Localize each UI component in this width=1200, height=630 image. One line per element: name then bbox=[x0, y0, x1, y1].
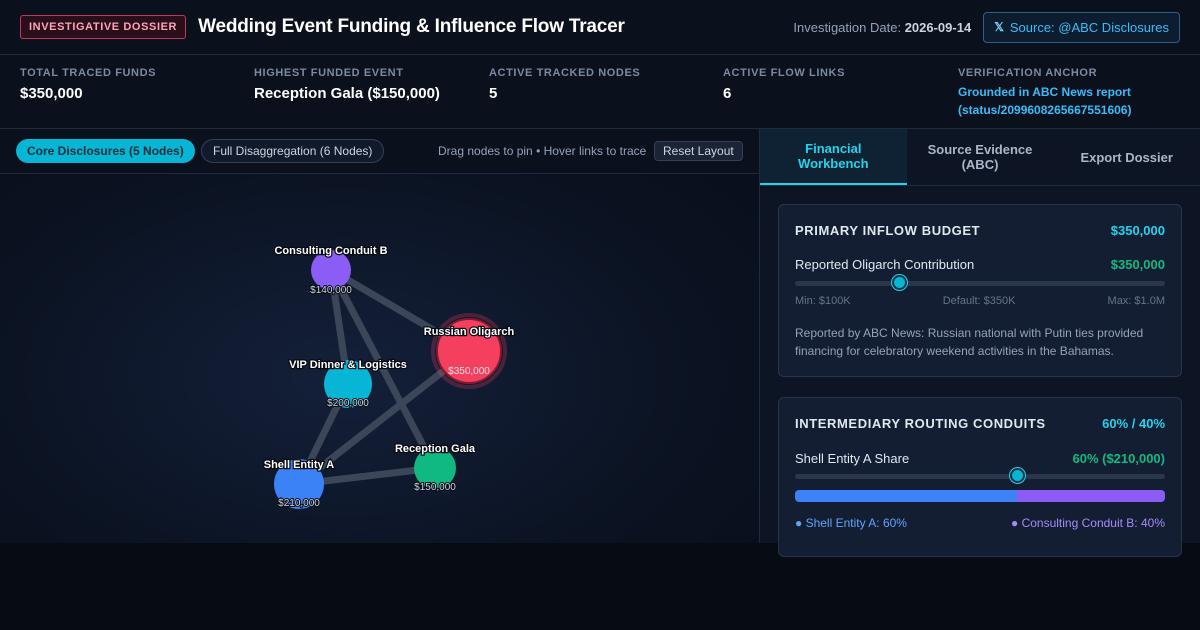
stat-value: Reception Gala ($150,000) bbox=[254, 85, 440, 102]
slider-thumb[interactable] bbox=[891, 275, 907, 290]
source-button[interactable]: 𝕏 Source: @ABC Disclosures bbox=[983, 11, 1180, 43]
legend-shell: ● Shell Entity A: 60% bbox=[795, 516, 907, 530]
node-label: Shell Entity A bbox=[264, 459, 335, 471]
node-label: VIP Dinner & Logistics bbox=[289, 359, 407, 371]
tab-source-evidence[interactable]: Source Evidence (ABC) bbox=[907, 129, 1054, 185]
share-row: Shell Entity A Share 60% ($210,000) bbox=[795, 451, 1165, 466]
node-label: Russian Oligarch bbox=[424, 326, 515, 338]
card-amount: $350,000 bbox=[1110, 223, 1165, 238]
verification-link[interactable]: Grounded in ABC News report (status/2099… bbox=[958, 83, 1178, 119]
node-amount: $210,000 bbox=[278, 498, 320, 509]
stat-total-funds: TOTAL TRACED FUNDS $350,000 bbox=[20, 67, 156, 102]
graph-hint: Drag nodes to pin • Hover links to trace bbox=[438, 144, 647, 158]
card-ratio: 60% / 40% bbox=[1102, 416, 1165, 431]
card-header: INTERMEDIARY ROUTING CONDUITS 60% / 40% bbox=[795, 416, 1165, 431]
panel-tabs: Financial Workbench Source Evidence (ABC… bbox=[760, 129, 1200, 186]
split-bar bbox=[795, 490, 1165, 502]
slider-max: Max: $1.0M bbox=[1107, 295, 1165, 307]
slider-thumb[interactable] bbox=[1010, 468, 1025, 483]
legend-conduit: ● Consulting Conduit B: 40% bbox=[1010, 516, 1165, 530]
stat-value: $350,000 bbox=[20, 85, 83, 102]
reset-layout-button[interactable]: Reset Layout bbox=[654, 141, 743, 161]
flow-graph[interactable]: Consulting Conduit B $140,000 Russian Ol… bbox=[0, 174, 759, 543]
stat-highest-event: HIGHEST FUNDED EVENT Reception Gala ($15… bbox=[254, 67, 440, 102]
slider-scale: Min: $100K Default: $350K Max: $1.0M bbox=[795, 295, 1165, 307]
contribution-value: $350,000 bbox=[1110, 257, 1165, 272]
stat-label: ACTIVE TRACKED NODES bbox=[489, 67, 641, 79]
stats-bar: TOTAL TRACED FUNDS $350,000 HIGHEST FUND… bbox=[0, 55, 1200, 129]
x-logo-icon: 𝕏 bbox=[994, 20, 1004, 34]
node-amount: $350,000 bbox=[448, 366, 490, 377]
routing-conduits-card: INTERMEDIARY ROUTING CONDUITS 60% / 40% … bbox=[778, 397, 1182, 557]
investigation-date-value: 2026-09-14 bbox=[904, 19, 972, 35]
tab-export-dossier[interactable]: Export Dossier bbox=[1053, 129, 1200, 185]
stat-verification-anchor: VERIFICATION ANCHOR Grounded in ABC News… bbox=[958, 67, 1178, 119]
node-label: Reception Gala bbox=[395, 443, 476, 455]
investigation-date: Investigation Date: 2026-09-14 bbox=[793, 20, 971, 35]
page-title: Wedding Event Funding & Influence Flow T… bbox=[198, 16, 625, 37]
card-title: PRIMARY INFLOW BUDGET bbox=[795, 223, 981, 238]
split-segment-conduit bbox=[1017, 490, 1165, 502]
stat-value: 6 bbox=[723, 85, 732, 102]
slider-min: Min: $100K bbox=[795, 295, 851, 307]
primary-inflow-card: PRIMARY INFLOW BUDGET $350,000 Reported … bbox=[778, 204, 1182, 377]
full-disaggregation-toggle[interactable]: Full Disaggregation (6 Nodes) bbox=[201, 139, 385, 163]
contribution-label: Reported Oligarch Contribution bbox=[795, 257, 975, 272]
split-segment-shell bbox=[795, 490, 1017, 502]
stat-label: ACTIVE FLOW LINKS bbox=[723, 67, 846, 79]
stat-value: 5 bbox=[489, 85, 498, 102]
stat-label: HIGHEST FUNDED EVENT bbox=[254, 67, 404, 79]
graph-node-shell[interactable]: Shell Entity A $210,000 bbox=[263, 458, 336, 510]
contribution-row: Reported Oligarch Contribution $350,000 bbox=[795, 257, 1165, 272]
node-amount: $150,000 bbox=[414, 482, 456, 493]
contribution-slider[interactable] bbox=[795, 275, 1165, 290]
app-header: INVESTIGATIVE DOSSIER Wedding Event Fund… bbox=[0, 0, 1200, 55]
card-title: INTERMEDIARY ROUTING CONDUITS bbox=[795, 416, 1046, 431]
source-note: Reported by ABC News: Russian national w… bbox=[795, 326, 1144, 358]
dossier-badge: INVESTIGATIVE DOSSIER bbox=[20, 15, 187, 39]
investigation-date-label: Investigation Date: bbox=[793, 19, 902, 35]
stat-active-links: ACTIVE FLOW LINKS 6 bbox=[723, 67, 845, 102]
graph-panel: Core Disclosures (5 Nodes) Full Disaggre… bbox=[0, 129, 760, 543]
share-slider[interactable] bbox=[795, 468, 1165, 483]
node-amount: $200,000 bbox=[327, 398, 369, 409]
workbench-panel: Financial Workbench Source Evidence (ABC… bbox=[760, 129, 1200, 557]
tab-financial-workbench[interactable]: Financial Workbench bbox=[760, 129, 907, 185]
graph-node-consulting[interactable]: Consulting Conduit B $140,000 bbox=[273, 244, 389, 297]
stat-active-nodes: ACTIVE TRACKED NODES 5 bbox=[489, 67, 640, 102]
node-amount: $140,000 bbox=[310, 285, 352, 296]
stat-label: VERIFICATION ANCHOR bbox=[958, 67, 1098, 79]
header-meta: Investigation Date: 2026-09-14 𝕏 Source:… bbox=[793, 11, 1180, 43]
share-label: Shell Entity A Share bbox=[795, 451, 910, 466]
split-legend: ● Shell Entity A: 60% ● Consulting Condu… bbox=[795, 516, 1165, 530]
source-label: Source: @ABC Disclosures bbox=[1009, 19, 1169, 35]
stat-label: TOTAL TRACED FUNDS bbox=[20, 67, 157, 79]
core-disclosures-toggle[interactable]: Core Disclosures (5 Nodes) bbox=[16, 139, 195, 163]
card-header: PRIMARY INFLOW BUDGET $350,000 bbox=[795, 223, 1165, 238]
share-value: 60% ($210,000) bbox=[1072, 451, 1165, 466]
slider-default: Default: $350K bbox=[942, 295, 1016, 307]
graph-toolbar: Core Disclosures (5 Nodes) Full Disaggre… bbox=[0, 129, 759, 174]
node-label: Consulting Conduit B bbox=[274, 245, 387, 257]
